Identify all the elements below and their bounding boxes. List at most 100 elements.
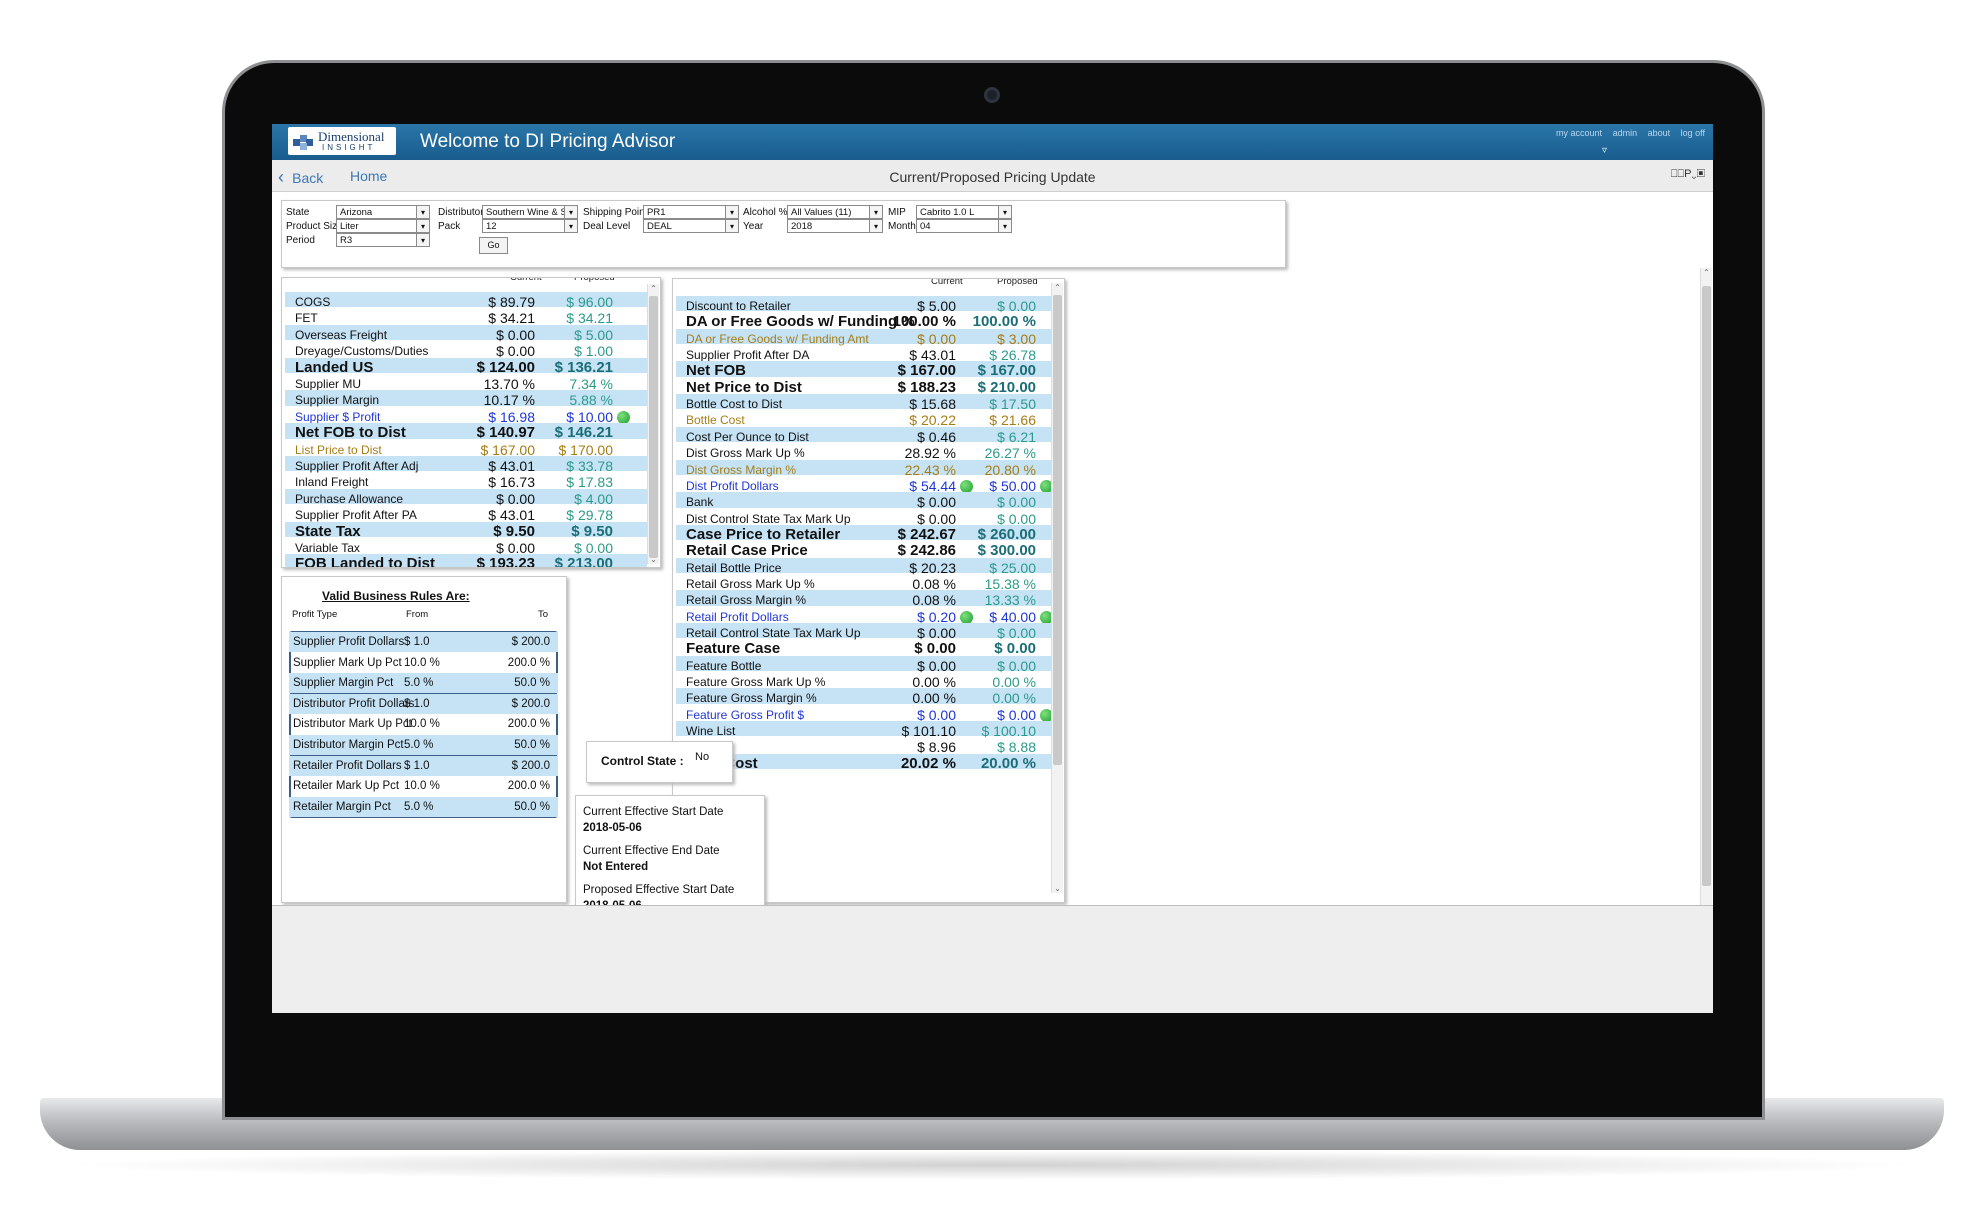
chevron-down-icon[interactable]: ▾ xyxy=(869,220,882,232)
leftpanel-scrollbar[interactable]: ⌃ ⌄ xyxy=(647,284,659,564)
chevron-down-icon[interactable]: ▾ xyxy=(564,206,577,218)
rules-row-from: $ 1.0 xyxy=(404,759,430,772)
left-table-row: Overseas Freight $ 0.00 $ 5.00 xyxy=(285,324,647,343)
page-scrollbar[interactable]: ⌃ ⌄ xyxy=(1700,268,1712,968)
left-table-col-current: Current xyxy=(510,277,542,283)
left-table-row: Supplier Profit After Adj $ 43.01 $ 33.78 xyxy=(285,456,647,474)
right-table-row: Feature Bottle $ 0.00 $ 0.00 xyxy=(676,655,1054,674)
date-value: Not Entered xyxy=(583,861,649,873)
logo-subtitle: INSIGHT xyxy=(322,143,376,152)
about-link[interactable]: about xyxy=(1648,128,1671,138)
filter-deal_level-select[interactable]: DEAL ▾ xyxy=(643,219,739,233)
scrollbar-thumb[interactable] xyxy=(1702,286,1711,886)
chevron-down-icon[interactable]: ▾ xyxy=(998,220,1011,232)
filter-shipping_point-select[interactable]: PR1 ▾ xyxy=(643,205,739,219)
filter-month-select[interactable]: 04 ▾ xyxy=(916,219,1012,233)
filter-label-year: Year xyxy=(743,221,764,232)
left-table-row-label: FOB Landed to Dist xyxy=(295,555,435,568)
right-table-row: Feature Case $ 0.00 $ 0.00 xyxy=(676,639,1054,657)
rules-row-to: $ 200.0 xyxy=(511,636,550,648)
filter-month-value: 04 xyxy=(920,221,931,232)
log-off-link[interactable]: log off xyxy=(1681,128,1705,138)
app-screen: Dimensional INSIGHT Welcome to DI Pricin… xyxy=(272,124,1713,1013)
right-table-row: Retail Gross Margin % 0.08 % 13.33 % xyxy=(676,590,1054,608)
left-table-col-proposed: Proposed xyxy=(574,277,615,283)
filter-label-alcohol: Alcohol % xyxy=(743,207,788,218)
logo-cube-icon xyxy=(293,135,313,150)
filter-label-deal_level: Deal Level xyxy=(583,221,631,232)
go-button[interactable]: Go xyxy=(479,237,508,254)
rules-row-to: $ 200.0 xyxy=(511,759,550,772)
chevron-down-icon[interactable]: ▾ xyxy=(998,206,1011,218)
filter-state-select[interactable]: Arizona ▾ xyxy=(336,205,430,219)
rightpanel-scrollbar[interactable]: ⌃ ⌄ xyxy=(1051,283,1063,893)
filter-mip-select[interactable]: Cabrito 1.0 L ▾ xyxy=(916,205,1012,219)
rules-row-type: Supplier Mark Up Pct xyxy=(293,656,402,669)
scroll-up-icon[interactable]: ⌃ xyxy=(1701,268,1712,277)
filter-product_size-select[interactable]: Liter ▾ xyxy=(336,219,430,233)
left-table-row: List Price to Dist $ 167.00 $ 170.00 xyxy=(285,440,647,458)
rules-row-from: $ 1.0 xyxy=(404,697,430,710)
rules-row-type: Retailer Mark Up Pct xyxy=(293,780,400,793)
left-table-row-current[interactable]: $ 193.23 xyxy=(477,554,535,567)
chevron-down-icon[interactable]: ▾ xyxy=(725,220,738,232)
filter-mip-value: Cabrito 1.0 L xyxy=(920,207,975,218)
chevron-down-icon[interactable]: ▾ xyxy=(725,206,738,218)
chevron-down-icon[interactable]: ▾ xyxy=(416,220,429,232)
chevron-down-icon[interactable]: ▾ xyxy=(564,220,577,232)
scroll-up-icon[interactable]: ⌃ xyxy=(1052,283,1063,292)
expand-chevron-icon[interactable]: ▿ xyxy=(1602,145,1607,156)
rules-row-type: Distributor Profit Dollars xyxy=(293,697,415,710)
filter-label-mip: MIP xyxy=(888,207,906,218)
left-table-row-proposed[interactable]: $ 213.00 xyxy=(555,554,613,567)
scroll-up-icon[interactable]: ⌃ xyxy=(648,284,659,293)
rules-row: Supplier Profit Dollars $ 1.0 $ 200.0 xyxy=(289,632,558,652)
rules-row-to: 50.0 % xyxy=(514,739,550,751)
right-table-row: Feature Gross Margin % 0.00 % 0.00 % xyxy=(676,688,1054,706)
scrollbar-thumb[interactable] xyxy=(1053,295,1062,765)
rules-row-type: Distributor Margin Pct xyxy=(293,739,404,751)
chevron-down-icon[interactable]: ▾ xyxy=(416,206,429,218)
right-table-row: Bottle Cost $ 20.22 $ 21.66 xyxy=(676,410,1054,428)
left-table-row: Purchase Allowance $ 0.00 $ 4.00 xyxy=(285,488,647,507)
scroll-down-icon[interactable]: ⌄ xyxy=(648,555,659,564)
right-table-row: Cost Per Ounce to Dist $ 0.46 $ 6.21 xyxy=(676,426,1054,445)
app-header: Dimensional INSIGHT Welcome to DI Pricin… xyxy=(272,124,1713,160)
scrollbar-thumb[interactable] xyxy=(649,296,658,558)
rules-row: Retailer Profit Dollars $ 1.0 $ 200.0 xyxy=(289,755,558,776)
laptop-shadow xyxy=(60,1150,1924,1180)
laptop-frame: Dimensional INSIGHT Welcome to DI Pricin… xyxy=(0,0,1980,1210)
filter-year-select[interactable]: 2018 ▾ xyxy=(787,219,883,233)
rules-row-to: 50.0 % xyxy=(514,677,550,690)
rules-row: Retailer Mark Up Pct 10.0 % 200.0 % xyxy=(289,776,558,796)
filter-period-select[interactable]: R3 ▾ xyxy=(336,233,430,247)
status-ok-icon xyxy=(960,479,973,493)
rules-row-type: Supplier Profit Dollars xyxy=(293,636,405,648)
filter-label-product_size: Product Size xyxy=(286,221,343,232)
status-ok-icon xyxy=(960,610,973,624)
scroll-down-icon[interactable]: ⌄ xyxy=(1052,884,1063,893)
filter-pack-select[interactable]: 12 ▾ xyxy=(482,219,578,233)
rules-row-from: 5.0 % xyxy=(404,800,434,813)
right-table-row-current[interactable]: 20.02 % xyxy=(901,754,956,774)
chevron-down-icon[interactable]: ▾ xyxy=(869,206,882,218)
filter-label-shipping_point: Shipping Point xyxy=(583,207,648,218)
chevron-down-icon[interactable]: ▾ xyxy=(416,234,429,246)
webcam xyxy=(984,87,1000,103)
filter-alcohol-select[interactable]: All Values (11) ▾ xyxy=(787,205,883,219)
app-title: Welcome to DI Pricing Advisor xyxy=(420,131,676,152)
left-table-row: Supplier $ Profit $ 16.98 $ 10.00 xyxy=(285,407,647,425)
filter-label-period: Period xyxy=(286,235,315,246)
rules-row: Distributor Margin Pct 5.0 % 50.0 % xyxy=(289,735,558,755)
company-logo[interactable]: Dimensional INSIGHT xyxy=(288,127,396,155)
right-table-row-proposed[interactable]: 20.00 % xyxy=(981,754,1036,774)
left-table-row: COGS $ 89.79 $ 96.00 xyxy=(285,292,647,310)
my-account-link[interactable]: my account xyxy=(1556,128,1602,138)
filter-distributor-select[interactable]: Southern Wine & Spir ▾ xyxy=(482,205,578,219)
nav-bar: ‹ Back Home Current/Proposed Pricing Upd… xyxy=(272,160,1713,192)
admin-link[interactable]: admin xyxy=(1613,128,1638,138)
filter-label-pack: Pack xyxy=(438,221,461,232)
date-label: Current Effective Start Date xyxy=(583,806,724,818)
rules-title: Valid Business Rules Are: xyxy=(322,589,470,603)
toolbar-icons[interactable]: ⎕⎕P⌄▣ xyxy=(1671,168,1705,181)
